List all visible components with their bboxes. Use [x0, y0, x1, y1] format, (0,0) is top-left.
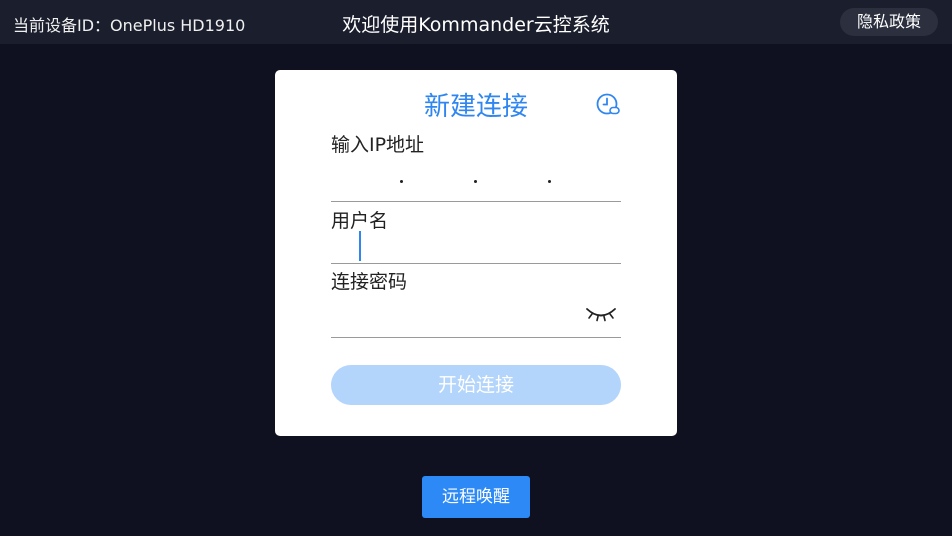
welcome-title: 欢迎使用Kommander云控系统	[342, 14, 610, 36]
text-cursor	[359, 231, 361, 261]
password-label: 连接密码	[331, 271, 408, 293]
username-underline	[331, 263, 621, 264]
password-input[interactable]	[331, 300, 581, 334]
ip-underline	[331, 201, 621, 202]
remote-wake-button[interactable]: 远程唤醒	[422, 476, 530, 518]
top-bar: 当前设备ID：OnePlus HD1910 欢迎使用Kommander云控系统 …	[0, 0, 952, 44]
ip-separator-dot	[400, 180, 403, 183]
eye-closed-icon[interactable]	[585, 304, 617, 324]
username-input[interactable]	[331, 229, 621, 263]
ip-separator-dot	[474, 180, 477, 183]
ip-separator-dot	[548, 180, 551, 183]
history-clock-icon[interactable]	[595, 92, 621, 118]
start-connection-button[interactable]: 开始连接	[331, 365, 621, 405]
ip-address-label: 输入IP地址	[331, 134, 425, 156]
password-underline	[331, 337, 621, 338]
privacy-policy-button[interactable]: 隐私政策	[840, 8, 938, 36]
ip-address-input[interactable]	[331, 168, 621, 202]
new-connection-card: 新建连接 输入IP地址 用户名 连接密码 开始连接	[275, 70, 677, 436]
